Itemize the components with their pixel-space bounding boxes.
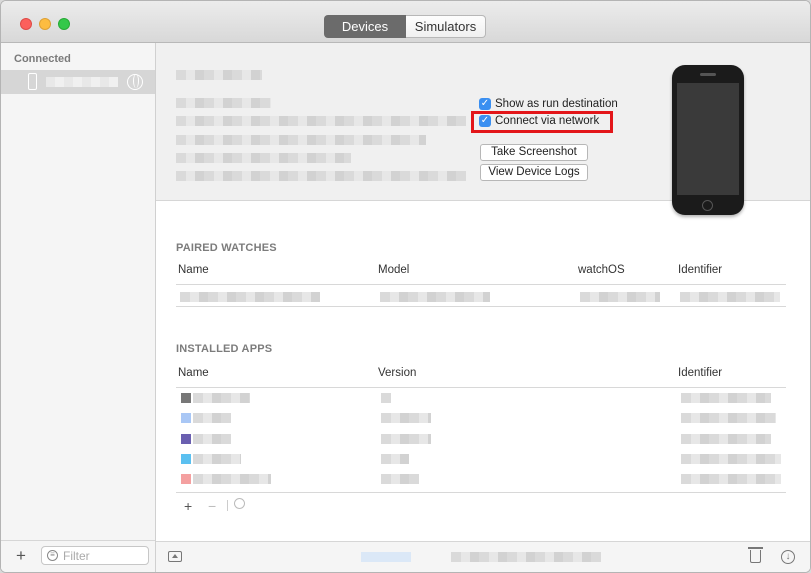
gear-icon[interactable] — [234, 498, 245, 509]
column-header-model[interactable]: Model — [378, 264, 409, 276]
main-panel: ✓ Show as run destination ✓ Connect via … — [156, 43, 810, 572]
plus-icon[interactable]: + — [184, 498, 192, 514]
table-cell-redacted — [381, 393, 391, 403]
app-icon — [181, 413, 191, 423]
zoom-icon[interactable] — [58, 18, 70, 30]
paired-watches-title: PAIRED WATCHES — [176, 242, 277, 254]
panel-toggle-icon[interactable] — [168, 551, 182, 562]
filter-input[interactable]: ≡ Filter — [41, 546, 149, 565]
sidebar-heading: Connected — [14, 53, 71, 65]
devices-window: Devices Simulators Connected + ≡ Filter — [0, 0, 811, 573]
table-cell-redacted — [381, 474, 419, 484]
table-cell-redacted — [381, 434, 431, 444]
show-run-destination-label: Show as run destination — [495, 98, 618, 110]
minimize-icon[interactable] — [39, 18, 51, 30]
checkbox-checked-icon[interactable]: ✓ — [479, 98, 491, 110]
sidebar: Connected + ≡ Filter — [1, 43, 156, 572]
column-header-name[interactable]: Name — [178, 264, 209, 276]
divider — [176, 284, 786, 285]
take-screenshot-button[interactable]: Take Screenshot — [480, 144, 588, 161]
device-detail-redacted — [176, 171, 466, 181]
device-detail-redacted — [176, 153, 351, 163]
table-row[interactable] — [193, 454, 241, 464]
table-cell-redacted — [381, 454, 409, 464]
filter-placeholder: Filter — [63, 549, 90, 563]
iphone-image — [672, 65, 744, 215]
sidebar-bottom-bar: + ≡ Filter — [1, 540, 155, 572]
table-cell-redacted — [681, 393, 771, 403]
table-cell-redacted — [580, 292, 660, 302]
table-row[interactable] — [193, 434, 231, 444]
show-run-destination-option[interactable]: ✓ Show as run destination — [479, 98, 618, 110]
bottom-bar: ↓ — [156, 541, 810, 572]
close-icon[interactable] — [20, 18, 32, 30]
device-detail-redacted — [176, 98, 271, 108]
titlebar: Devices Simulators — [1, 1, 810, 43]
iphone-icon — [28, 73, 37, 90]
download-icon[interactable]: ↓ — [781, 550, 795, 564]
iphone-speaker — [700, 73, 716, 76]
minus-icon[interactable]: − — [208, 498, 216, 514]
column-header-watchos[interactable]: watchOS — [578, 264, 625, 276]
app-icon — [181, 474, 191, 484]
app-icon — [181, 393, 191, 403]
divider — [176, 387, 786, 388]
status-redacted — [451, 552, 601, 562]
tab-simulators[interactable]: Simulators — [406, 15, 486, 38]
divider — [227, 500, 228, 511]
view-device-logs-button[interactable]: View Device Logs — [480, 164, 588, 181]
table-cell-redacted — [381, 413, 431, 423]
divider — [176, 306, 786, 307]
trash-icon[interactable] — [748, 547, 763, 563]
highlight-box — [471, 111, 613, 133]
table-cell-redacted — [681, 454, 781, 464]
table-cell-redacted — [681, 474, 781, 484]
device-name-redacted — [46, 77, 118, 87]
table-row[interactable] — [180, 292, 320, 302]
installed-apps-title: INSTALLED APPS — [176, 343, 273, 355]
status-redacted — [361, 552, 411, 562]
device-detail-redacted — [176, 116, 466, 126]
column-header-name[interactable]: Name — [178, 367, 209, 379]
table-row[interactable] — [193, 393, 250, 403]
device-name-redacted — [176, 70, 262, 80]
table-cell-redacted — [680, 292, 780, 302]
table-cell-redacted — [681, 434, 771, 444]
column-header-identifier[interactable]: Identifier — [678, 264, 722, 276]
device-info-panel: ✓ Show as run destination ✓ Connect via … — [156, 43, 810, 215]
table-row[interactable] — [193, 474, 271, 484]
plus-icon[interactable]: + — [16, 546, 26, 566]
divider — [176, 492, 786, 493]
iphone-screen — [677, 83, 739, 195]
column-header-identifier[interactable]: Identifier — [678, 367, 722, 379]
table-cell-redacted — [681, 413, 776, 423]
globe-icon — [127, 74, 143, 90]
filter-icon: ≡ — [47, 550, 58, 561]
iphone-home-button — [702, 200, 713, 211]
device-detail-redacted — [176, 135, 426, 145]
table-row[interactable] — [193, 413, 231, 423]
sidebar-item-device[interactable] — [1, 70, 155, 94]
table-cell-redacted — [380, 292, 490, 302]
app-icon — [181, 434, 191, 444]
app-icon — [181, 454, 191, 464]
column-header-version[interactable]: Version — [378, 367, 416, 379]
tab-devices[interactable]: Devices — [324, 15, 406, 38]
